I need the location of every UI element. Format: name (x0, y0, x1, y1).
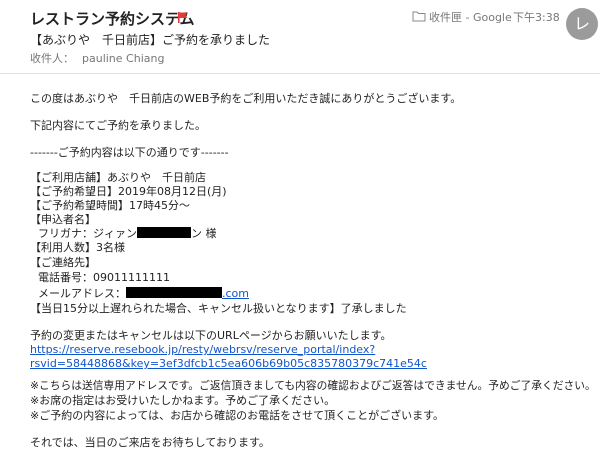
recipient-row: 收件人： pauline Chiang (30, 50, 164, 66)
phone-row: 電話番号：09011111111 (38, 271, 170, 284)
party-row: 【利用人数】3名様 (30, 241, 125, 254)
folder-label[interactable]: 收件匣 - Google (429, 9, 512, 25)
closing-text: それでは、当日のご来店をお待ちしております。 (30, 436, 270, 449)
email-prefix: メールアドレス： (38, 287, 126, 300)
applicant-heading: 【申込者名】 (30, 213, 96, 226)
greeting-text: この度はあぶりや 千日前店のWEB予約をご利用いただき誠にありがとうございます。 (30, 92, 462, 105)
email-shop-title: 【あぶりや 千日前店】ご予約を承りました (30, 33, 271, 47)
furigana-suffix: ン 様 (191, 227, 217, 240)
time-row: 【ご予約希望時間】17時45分～ (30, 199, 190, 212)
recipient-label: 收件人： (30, 52, 74, 65)
contact-heading: 【ご連絡先】 (30, 256, 96, 269)
header-divider (0, 73, 600, 74)
email-time: 下午3:38 (513, 11, 560, 24)
email-subject: レストラン予約システム (30, 10, 195, 28)
redacted-email-block (126, 287, 222, 298)
note-seat: ※お席の指定はお受けいたしかねます。予めご了承ください。 (30, 394, 336, 407)
accepted-text: 下記内容にてご予約を承りました。 (30, 119, 206, 132)
recipient-name[interactable]: pauline Chiang (82, 52, 164, 65)
reservation-url-line2[interactable]: rsvid=58448868&key=3ef3dfcb1c5ea606b69b0… (30, 357, 427, 371)
note-confirm-call: ※ご予約の内容によっては、お店から確認のお電話をさせて頂くことがございます。 (30, 409, 445, 422)
change-notice: 予約の変更またはキャンセルは以下のURLページからお願いいたします。 (30, 329, 392, 342)
shop-row: 【ご利用店舗】あぶりや 千日前店 (30, 171, 206, 184)
folder-icon (412, 11, 426, 22)
late-notice: 【当日15分以上遅れられた場合、キャンセル扱いとなります】了承しました (30, 302, 407, 315)
details-divider-text: -------ご予約内容は以下の通りです------- (30, 146, 229, 159)
email-row: メールアドレス： .com (38, 287, 249, 301)
email-link-suffix[interactable]: .com (222, 287, 249, 300)
note-reply-only: ※こちらは送信専用アドレスです。ご返信頂きましても内容の確認およびご返答はできま… (30, 379, 596, 392)
flag-icon[interactable] (177, 11, 189, 23)
sender-avatar: レ (566, 8, 598, 40)
redacted-name-block (137, 227, 191, 238)
furigana-prefix: フリガナ：ジィァン (38, 227, 137, 240)
reservation-url-line1[interactable]: https://reserve.resebook.jp/resty/webrsv… (30, 343, 375, 357)
email-view: レストラン予約システム 收件匣 - Google 下午3:38 レ 【あぶりや … (0, 0, 600, 476)
furigana-row: フリガナ：ジィァン ン 様 (38, 227, 217, 241)
date-row: 【ご予約希望日】2019年08月12日(月) (30, 185, 227, 198)
